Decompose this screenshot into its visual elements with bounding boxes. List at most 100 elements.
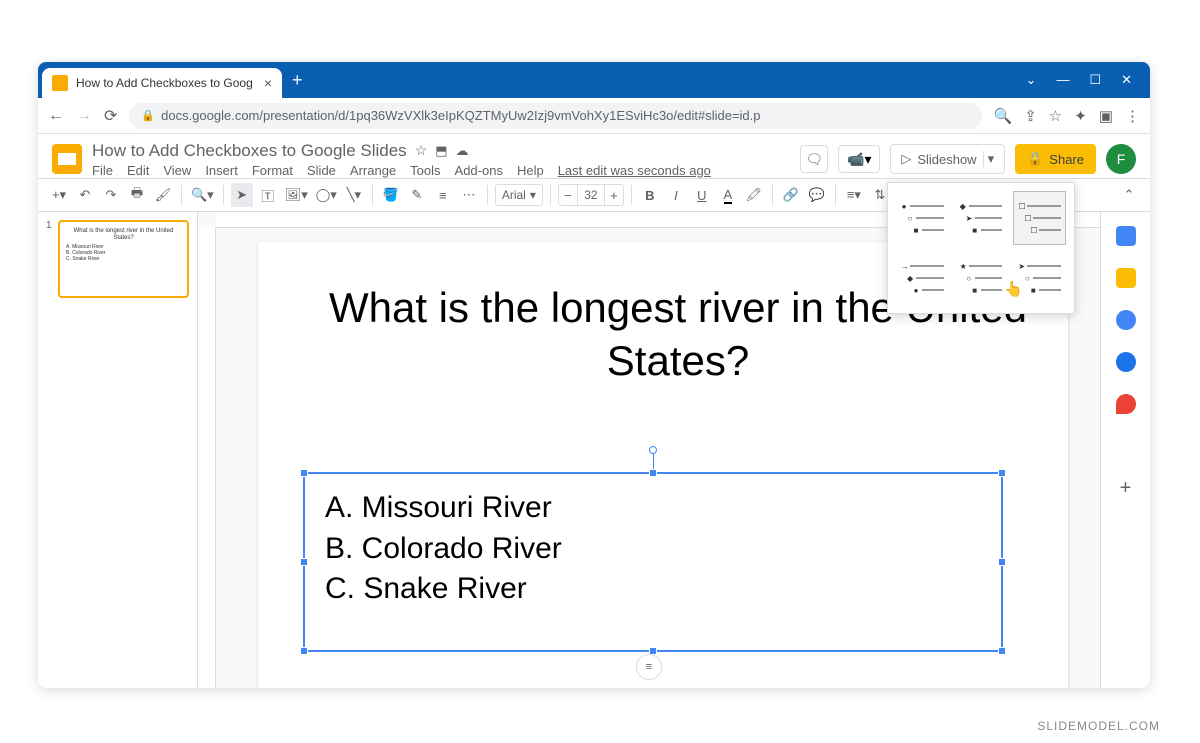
side-panel: + xyxy=(1100,212,1150,688)
contacts-icon[interactable] xyxy=(1116,352,1136,372)
sidepanel-icon[interactable]: ▣ xyxy=(1099,107,1113,125)
border-dash-button[interactable]: ⋯ xyxy=(458,183,480,207)
resize-handle[interactable] xyxy=(649,469,657,477)
select-tool[interactable]: ➤ xyxy=(231,183,253,207)
star-icon[interactable]: ☆ xyxy=(415,142,428,159)
menu-slide[interactable]: Slide xyxy=(307,163,336,178)
forward-button[interactable]: → xyxy=(76,107,92,125)
underline-button[interactable]: U xyxy=(691,183,713,207)
browser-tab[interactable]: How to Add Checkboxes to Goog × xyxy=(42,68,282,98)
fill-color-button[interactable]: 🪣 xyxy=(380,183,402,207)
chevron-down-icon[interactable]: ⌄ xyxy=(1026,72,1037,88)
resize-handle[interactable] xyxy=(998,647,1006,655)
print-button[interactable]: 🖶 xyxy=(126,183,148,207)
extensions-icon[interactable]: ✦ xyxy=(1074,107,1087,125)
menu-insert[interactable]: Insert xyxy=(205,163,238,178)
font-name: Arial xyxy=(502,188,526,202)
align-button[interactable]: ≡▾ xyxy=(843,183,865,207)
option-c[interactable]: C. Snake River xyxy=(325,569,981,610)
menu-icon[interactable]: ⋮ xyxy=(1125,107,1140,125)
calendar-icon[interactable] xyxy=(1116,226,1136,246)
back-button[interactable]: ← xyxy=(48,107,64,125)
new-tab-button[interactable]: + xyxy=(292,70,303,91)
new-slide-button[interactable]: +▾ xyxy=(48,183,70,207)
bullet-option-disc[interactable]: ● ○ ■ xyxy=(896,191,949,245)
menu-addons[interactable]: Add-ons xyxy=(455,163,503,178)
comment-button[interactable]: 💬 xyxy=(806,183,828,207)
collapse-toolbar-button[interactable]: ⌃ xyxy=(1118,183,1140,207)
link-button[interactable]: 🔗 xyxy=(780,183,802,207)
bold-button[interactable]: B xyxy=(639,183,661,207)
bullet-option-diamond[interactable]: ◆ ➤ ■ xyxy=(955,191,1008,245)
shape-tool[interactable]: ◯▾ xyxy=(314,183,339,207)
option-a[interactable]: A. Missouri River xyxy=(325,488,981,529)
maps-icon[interactable] xyxy=(1116,394,1136,414)
bullet-option-mixed[interactable]: ➤ ○ ■ xyxy=(1013,251,1066,305)
font-size-decrease[interactable]: − xyxy=(559,188,577,203)
bullet-option-star[interactable]: ★ ○ ■ xyxy=(955,251,1008,305)
slideshow-button[interactable]: ▷ Slideshow ▾ xyxy=(890,144,1005,174)
border-color-button[interactable]: ✎ xyxy=(406,183,428,207)
bullet-option-checkbox[interactable]: ☐ ☐ ☐ xyxy=(1013,191,1066,245)
rotate-handle[interactable] xyxy=(649,446,657,454)
slide-number: 1 xyxy=(46,220,52,231)
share-label: Share xyxy=(1049,152,1084,167)
font-select[interactable]: Arial ▾ xyxy=(495,184,543,206)
image-tool[interactable]: 🖼▾ xyxy=(283,183,310,207)
resize-handle[interactable] xyxy=(300,647,308,655)
keep-icon[interactable] xyxy=(1116,268,1136,288)
share-button[interactable]: 🔒 Share xyxy=(1015,144,1096,174)
reload-button[interactable]: ⟳ xyxy=(104,106,117,126)
speaker-notes-toggle[interactable]: ≡ xyxy=(636,654,662,680)
font-size-group: − 32 + xyxy=(558,184,624,206)
maximize-button[interactable]: ☐ xyxy=(1089,72,1101,88)
menu-view[interactable]: View xyxy=(163,163,191,178)
textbox-tool[interactable]: 🅃 xyxy=(257,183,279,207)
close-button[interactable]: ✕ xyxy=(1121,72,1132,88)
zoom-icon[interactable]: 🔍 xyxy=(994,107,1013,125)
tasks-icon[interactable] xyxy=(1116,310,1136,330)
meet-button[interactable]: 📹▾ xyxy=(838,145,880,173)
last-edit-link[interactable]: Last edit was seconds ago xyxy=(558,163,711,178)
slide-thumbnail-1[interactable]: What is the longest river in the United … xyxy=(58,220,189,298)
resize-handle[interactable] xyxy=(300,469,308,477)
menu-edit[interactable]: Edit xyxy=(127,163,149,178)
slides-logo-icon[interactable] xyxy=(52,144,82,174)
menu-file[interactable]: File xyxy=(92,163,113,178)
redo-button[interactable]: ↷ xyxy=(100,183,122,207)
option-b[interactable]: B. Colorado River xyxy=(325,529,981,570)
text-color-button[interactable]: A xyxy=(717,183,739,207)
titlebar: How to Add Checkboxes to Goog × + ⌄ — ☐ … xyxy=(38,62,1150,98)
doc-title[interactable]: How to Add Checkboxes to Google Slides xyxy=(92,141,407,161)
menu-tools[interactable]: Tools xyxy=(410,163,440,178)
bookmark-icon[interactable]: ☆ xyxy=(1049,107,1062,125)
line-tool[interactable]: ╲▾ xyxy=(343,183,365,207)
menu-help[interactable]: Help xyxy=(517,163,544,178)
border-weight-button[interactable]: ≡ xyxy=(432,183,454,207)
add-panel-button[interactable]: + xyxy=(1116,478,1136,498)
highlight-button[interactable]: 🖍 xyxy=(743,183,765,207)
account-avatar[interactable]: F xyxy=(1106,144,1136,174)
cloud-status-icon[interactable]: ☁ xyxy=(456,143,469,159)
share-url-icon[interactable]: ⇪ xyxy=(1024,107,1037,125)
resize-handle[interactable] xyxy=(998,469,1006,477)
menu-format[interactable]: Format xyxy=(252,163,293,178)
zoom-button[interactable]: 🔍▾ xyxy=(189,183,216,207)
comments-button[interactable]: 🗨 xyxy=(800,145,828,173)
close-tab-icon[interactable]: × xyxy=(264,75,272,91)
menu-arrange[interactable]: Arrange xyxy=(350,163,396,178)
url-field[interactable]: 🔒 docs.google.com/presentation/d/1pq36Wz… xyxy=(129,103,981,129)
paint-format-button[interactable]: 🖌 xyxy=(152,183,174,207)
minimize-button[interactable]: — xyxy=(1056,72,1069,88)
undo-button[interactable]: ↶ xyxy=(74,183,96,207)
font-size-value[interactable]: 32 xyxy=(577,185,605,205)
italic-button[interactable]: I xyxy=(665,183,687,207)
resize-handle[interactable] xyxy=(998,558,1006,566)
body-textbox[interactable]: A. Missouri River B. Colorado River C. S… xyxy=(303,472,1003,652)
move-icon[interactable]: ⬒ xyxy=(435,143,447,159)
filmstrip[interactable]: 1 What is the longest river in the Unite… xyxy=(38,212,198,688)
bullet-option-arrow[interactable]: → ◆ ● xyxy=(896,251,949,305)
resize-handle[interactable] xyxy=(300,558,308,566)
slideshow-label: Slideshow xyxy=(917,152,976,167)
font-size-increase[interactable]: + xyxy=(605,188,623,203)
